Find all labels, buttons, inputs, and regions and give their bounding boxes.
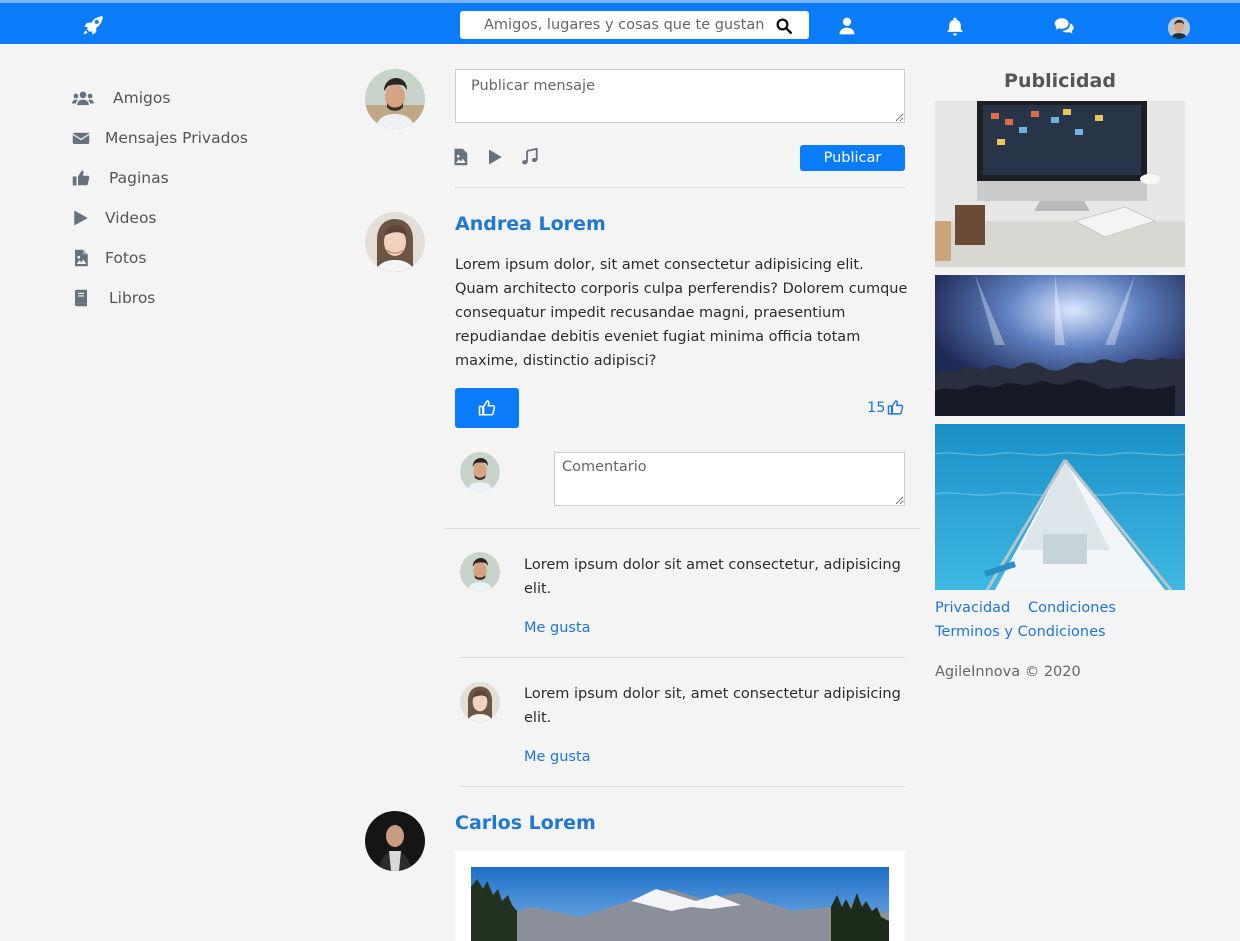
top-navbar	[0, 0, 1240, 44]
conditions-link[interactable]: Condiciones	[1028, 600, 1116, 616]
sidebar-item-mensajes[interactable]: Mensajes Privados	[72, 118, 322, 158]
comment-avatar[interactable]	[460, 682, 500, 722]
post-text: Lorem ipsum dolor, sit amet consectetur …	[455, 257, 908, 369]
post-message-input[interactable]	[455, 69, 905, 123]
music-icon[interactable]	[521, 148, 539, 166]
search-input[interactable]	[460, 11, 770, 39]
sidebar-item-label: Amigos	[113, 89, 171, 107]
comment-text: Lorem ipsum dolor sit amet consectetur, …	[524, 557, 901, 597]
publish-button[interactable]: Publicar	[800, 145, 905, 171]
sidebar-item-label: Mensajes Privados	[105, 129, 248, 147]
comment-like-link[interactable]: Me gusta	[524, 749, 591, 765]
sidebar: Amigos Mensajes Privados Paginas Videos …	[72, 78, 322, 318]
post-author-avatar[interactable]	[365, 212, 425, 272]
privacy-link[interactable]: Privacidad	[935, 600, 1010, 616]
ad-image-concert[interactable]	[935, 275, 1185, 416]
sidebar-item-label: Libros	[109, 289, 156, 307]
like-count: 15	[867, 399, 904, 416]
sidebar-item-paginas[interactable]: Paginas	[72, 158, 322, 198]
ad-image-computer[interactable]	[935, 101, 1185, 267]
divider	[455, 187, 905, 188]
like-button[interactable]	[455, 388, 519, 428]
divider	[460, 786, 905, 787]
search-box	[460, 11, 809, 39]
envelope-icon	[72, 132, 90, 144]
thumbs-up-icon	[478, 400, 496, 416]
post-image-card	[455, 851, 905, 941]
composer-avatar	[365, 69, 425, 129]
play-icon[interactable]	[486, 148, 504, 166]
comment-text: Lorem ipsum dolor sit, amet consectetur …	[524, 686, 901, 726]
ad-image-boat[interactable]	[935, 424, 1185, 590]
image-file-icon	[75, 249, 88, 267]
divider	[460, 657, 905, 658]
profile-avatar[interactable]	[1168, 17, 1190, 39]
thumbs-up-icon	[888, 400, 904, 415]
mountain-photo[interactable]	[471, 867, 889, 941]
sidebar-item-libros[interactable]: Libros	[72, 278, 322, 318]
post-author-avatar[interactable]	[365, 811, 425, 871]
rocket-icon[interactable]	[80, 13, 106, 39]
copyright: AgileInnova © 2020	[935, 664, 1081, 680]
user-icon[interactable]	[837, 16, 857, 36]
image-file-icon[interactable]	[453, 148, 468, 166]
sidebar-item-amigos[interactable]: Amigos	[72, 78, 322, 118]
sidebar-item-label: Paginas	[109, 169, 169, 187]
sidebar-item-label: Fotos	[105, 249, 147, 267]
play-icon	[74, 210, 88, 226]
sidebar-item-videos[interactable]: Videos	[72, 198, 322, 238]
like-count-value: 15	[867, 399, 886, 416]
book-icon	[75, 289, 87, 307]
terms-link[interactable]: Terminos y Condiciones	[935, 624, 1106, 640]
divider	[445, 528, 920, 529]
post-author-name[interactable]: Carlos Lorem	[455, 812, 596, 834]
ads-title: Publicidad	[1004, 70, 1116, 92]
sidebar-item-label: Videos	[105, 209, 157, 227]
thumbs-up-icon	[72, 170, 90, 186]
search-icon[interactable]	[775, 17, 793, 35]
users-icon	[72, 91, 94, 106]
commenter-avatar	[460, 452, 500, 492]
comment-like-link[interactable]: Me gusta	[524, 620, 591, 636]
sidebar-item-fotos[interactable]: Fotos	[72, 238, 322, 278]
bell-icon[interactable]	[945, 16, 965, 36]
comment-input[interactable]	[554, 452, 905, 506]
comment-avatar[interactable]	[460, 552, 500, 592]
post-author-name[interactable]: Andrea Lorem	[455, 213, 606, 235]
chat-icon[interactable]	[1054, 16, 1074, 36]
